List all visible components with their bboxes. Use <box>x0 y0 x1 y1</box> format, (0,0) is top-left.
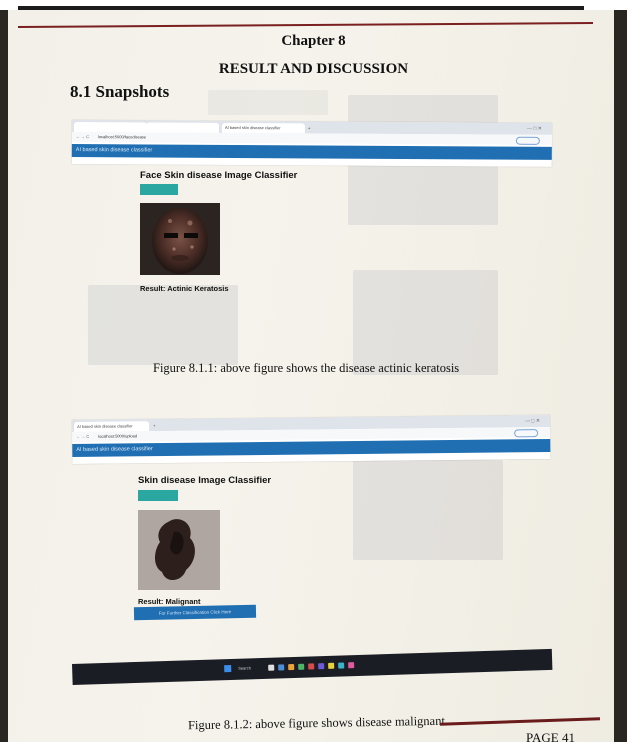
taskbar-app-icon <box>338 662 345 669</box>
photo-of-document-page: Chapter 8 RESULT AND DISCUSSION 8.1 Snap… <box>0 0 627 742</box>
profile-pill <box>514 429 539 438</box>
start-icon <box>224 665 232 673</box>
taskbar-app-icon <box>298 663 305 670</box>
show-through-shadow <box>353 270 498 375</box>
result-label: Result: Actinic Keratosis <box>140 284 229 293</box>
taskbar-app-icon <box>268 664 275 671</box>
further-classification-button: For Further Classification Click Here <box>133 604 257 621</box>
taskbar-app-icon <box>318 663 325 670</box>
taskbar-app-icon <box>288 664 295 671</box>
taskbar-app-icon <box>308 663 315 670</box>
chapter-heading: Chapter 8 <box>281 33 346 49</box>
screenshot-1-browser-chrome: AI based skin disease classifier + — □ ✕… <box>71 120 552 167</box>
nav-buttons-icon: ← → C <box>75 134 90 140</box>
page-header-accent-rule <box>18 21 594 29</box>
browser-tab <box>145 122 219 133</box>
taskbar-search: Search <box>238 665 251 671</box>
address-url: localhost:5000/facedisease <box>97 134 147 140</box>
face-image <box>140 203 220 275</box>
browser-tab <box>73 122 147 133</box>
upload-button <box>138 490 178 501</box>
address-url: localhost:5000/upload <box>98 433 138 439</box>
app-navbar: AI based skin disease classifier <box>71 143 552 160</box>
new-tab-icon: + <box>153 423 156 429</box>
lesion-image <box>138 510 220 590</box>
taskbar-app-icon <box>328 662 335 669</box>
chapter-title: RESULT AND DISCUSSION <box>218 61 409 77</box>
upload-button <box>140 184 178 195</box>
browser-tab-active: AI based skin disease classifier <box>221 122 305 134</box>
show-through-shadow <box>208 90 328 115</box>
profile-pill <box>515 136 540 145</box>
taskbar-app-icon <box>278 664 285 671</box>
window-controls: — □ ✕ <box>525 418 541 425</box>
figure-caption: Figure 8.1.1: above figure shows the dis… <box>153 361 460 375</box>
classifier-title: Face Skin disease Image Classifier <box>140 170 298 181</box>
taskbar-app-icon <box>348 662 355 669</box>
window-controls: — □ ✕ <box>526 125 542 132</box>
show-through-shadow <box>88 285 238 365</box>
result-label: Result: Malignant <box>138 597 201 606</box>
page-number: PAGE 41 <box>525 730 575 742</box>
classifier-title: Skin disease Image Classifier <box>138 475 272 486</box>
section-heading: 8.1 Snapshots <box>70 82 170 101</box>
new-tab-icon: + <box>307 125 311 131</box>
nav-buttons-icon: ← → C <box>76 433 90 439</box>
screenshot-2-browser-chrome: AI based skin disease classifier + — □ ✕… <box>72 414 551 464</box>
address-bar: ← → C localhost:5000/facedisease <box>71 131 552 145</box>
show-through-shadow <box>353 460 503 560</box>
app-navbar: AI based skin disease classifier <box>72 438 551 457</box>
